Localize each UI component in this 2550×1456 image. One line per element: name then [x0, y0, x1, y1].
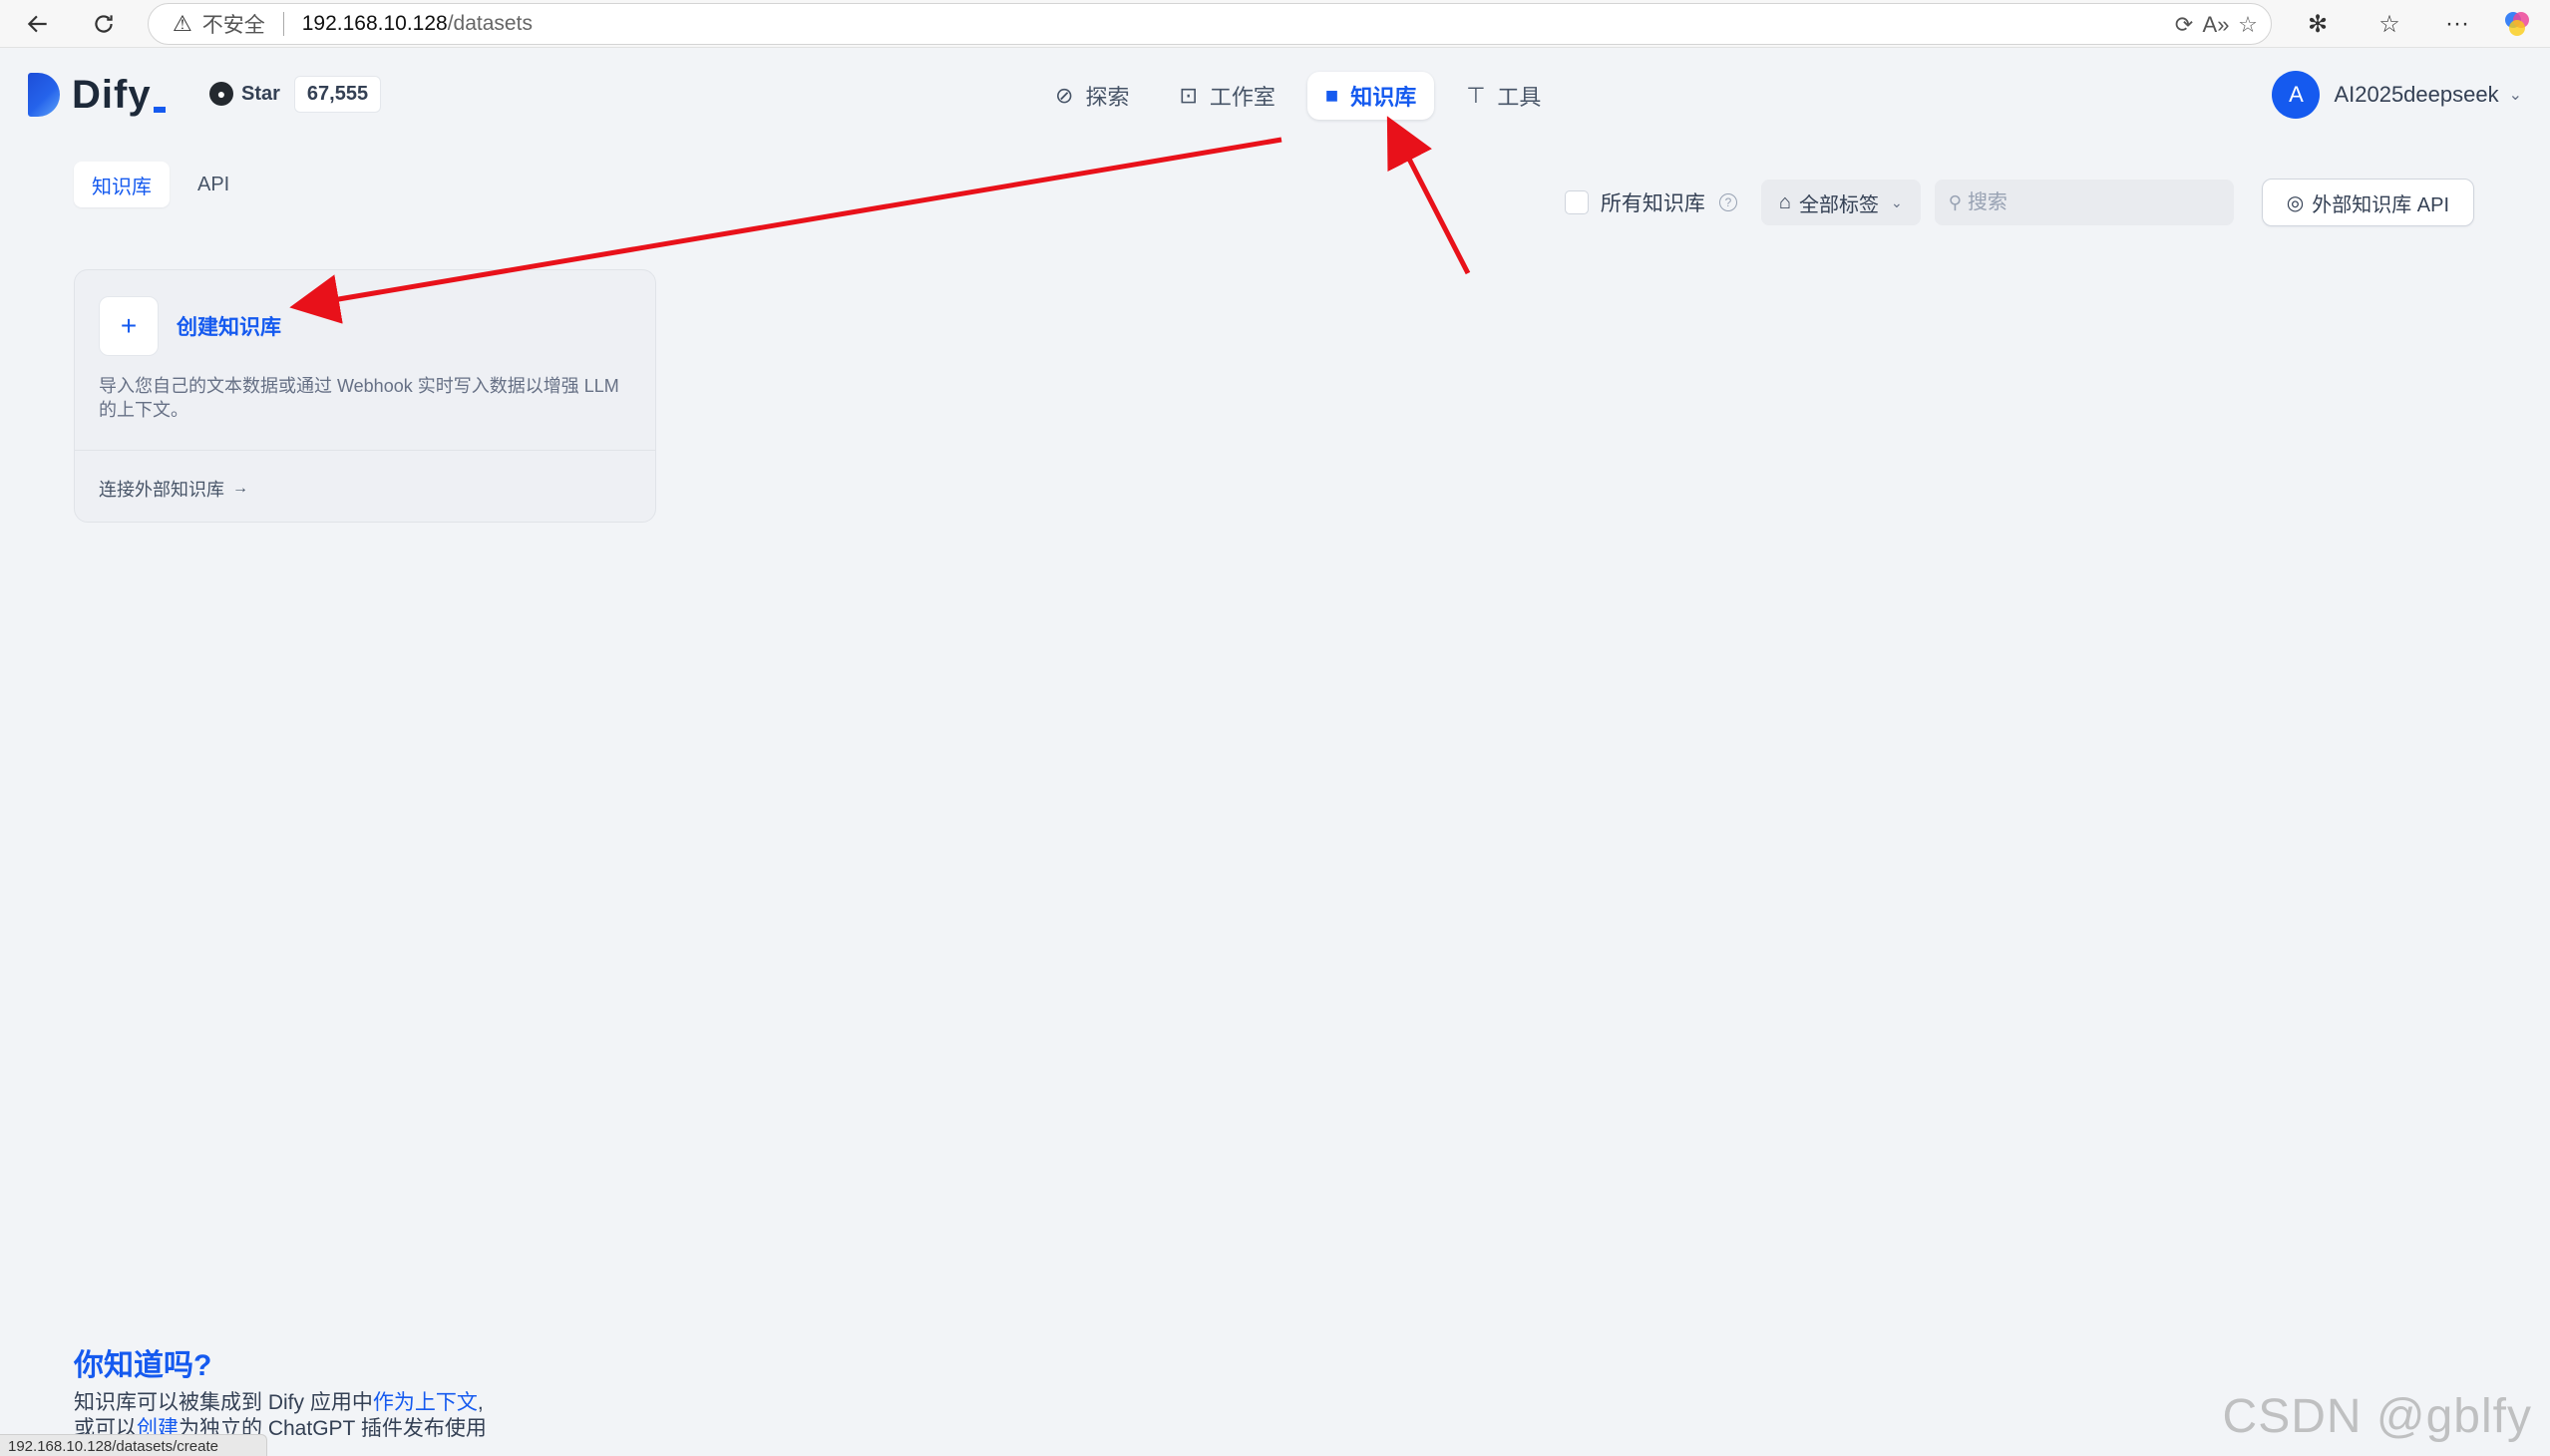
browser-toolbar: ⚠ 不安全 192.168.10.128/datasets ⟳ A» ☆ ✻ ☆…	[0, 0, 2550, 48]
dataset-toolbar: 所有知识库 ? ⌂ 全部标签 ⌄ ⚲ ◎ 外部知识库 API	[1564, 178, 2474, 227]
nav-explore[interactable]: ⊘ 探索	[1037, 72, 1147, 120]
annotation-arrow-to-knowledge-tab	[1386, 116, 1471, 275]
watermark: CSDN @gblfy	[2222, 1390, 2532, 1443]
nav-knowledge[interactable]: ■ 知识库	[1306, 72, 1435, 120]
create-dataset-header[interactable]: + 创建知识库	[99, 296, 281, 356]
url-host: 192.168.10.128	[301, 12, 448, 35]
connect-external-label: 连接外部知识库	[99, 480, 224, 500]
warning-icon: ⚠	[173, 11, 192, 36]
back-arrow-icon[interactable]	[20, 6, 56, 42]
help-icon[interactable]: ?	[1718, 193, 1737, 211]
did-you-know: 你知道吗? 知识库可以被集成到 Dify 应用中作为上下文, 或可以创建为独立的…	[74, 1340, 487, 1442]
browser-status-bar: 192.168.10.128/datasets/create	[0, 1434, 267, 1456]
book-icon: ■	[1324, 83, 1339, 108]
address-divider	[282, 12, 284, 36]
address-bar[interactable]: ⚠ 不安全 192.168.10.128/datasets ⟳ A» ☆	[148, 3, 2272, 45]
user-menu[interactable]: A AI2025deepseek ⌄	[2272, 70, 2522, 120]
chevron-down-icon: ⌄	[2508, 87, 2522, 104]
dify-logo-mark	[28, 73, 60, 117]
dify-logo[interactable]: Dify	[28, 72, 166, 118]
create-dataset-title[interactable]: 创建知识库	[177, 311, 281, 341]
create-dataset-card[interactable]: + 创建知识库 导入您自己的文本数据或通过 Webhook 实时写入数据以增强 …	[74, 269, 656, 523]
github-star-label: Star	[241, 82, 280, 105]
url-path: /datasets	[447, 12, 533, 35]
github-star-button[interactable]: ● Star 67,555	[199, 74, 382, 114]
sub-tabs: 知识库 API	[74, 162, 257, 207]
nav-label: 工具	[1497, 85, 1542, 110]
translate-icon[interactable]: ⟳	[2169, 10, 2199, 40]
all-datasets-label: 所有知识库	[1600, 192, 1705, 215]
nav-label: 工作室	[1209, 85, 1275, 110]
search-box[interactable]: ⚲	[1934, 180, 2234, 225]
tip-context-link[interactable]: 作为上下文	[373, 1391, 478, 1414]
tip-text: 知识库可以被集成到 Dify 应用中	[74, 1391, 373, 1414]
tab-api[interactable]: API	[180, 162, 247, 207]
refresh-icon[interactable]	[86, 6, 122, 42]
extensions-icon[interactable]: ✻	[2300, 6, 2336, 42]
copilot-icon[interactable]	[2499, 6, 2535, 42]
brand-name: Dify	[72, 72, 152, 117]
nav-label: 知识库	[1350, 85, 1417, 110]
main-nav: ⊘ 探索 ⊡ 工作室 ■ 知识库 ⊤ 工具	[1037, 72, 1573, 120]
connect-external-link[interactable]: 连接外部知识库 →	[99, 476, 248, 502]
robot-icon: ⊡	[1179, 83, 1198, 108]
nav-studio[interactable]: ⊡ 工作室	[1161, 72, 1292, 120]
github-star-count: 67,555	[293, 75, 382, 113]
nav-label: 探索	[1085, 85, 1130, 110]
read-aloud-icon[interactable]: A»	[2201, 10, 2231, 40]
all-datasets-checkbox[interactable]	[1564, 190, 1589, 214]
app-header: Dify ● Star 67,555 ⊘ 探索 ⊡ 工作室 ■ 知识库 ⊤ 工具…	[0, 48, 2550, 140]
avatar: A	[2272, 71, 2321, 119]
user-name: AI2025deepseek	[2334, 82, 2499, 107]
tip-title: 你知道吗?	[74, 1349, 212, 1382]
tip-line-1: 知识库可以被集成到 Dify 应用中作为上下文,	[74, 1390, 487, 1416]
star-icon[interactable]: ☆	[2233, 10, 2263, 40]
create-dataset-description: 导入您自己的文本数据或通过 Webhook 实时写入数据以增强 LLM 的上下文…	[99, 376, 619, 420]
github-icon: ●	[209, 82, 233, 106]
arrow-right-icon: →	[232, 480, 248, 497]
compass-icon: ⊘	[1055, 83, 1074, 108]
chevron-down-icon: ⌄	[1891, 193, 1903, 210]
logo-underscore	[153, 107, 166, 113]
more-icon[interactable]: ···	[2439, 6, 2475, 42]
tag-icon: ⌂	[1778, 190, 1792, 213]
search-icon: ⚲	[1948, 191, 1962, 212]
tag-filter-dropdown[interactable]: ⌂ 全部标签 ⌄	[1760, 180, 1921, 225]
tag-filter-label: 全部标签	[1799, 193, 1880, 216]
search-input[interactable]	[1967, 190, 2207, 214]
external-api-label: 外部知识库 API	[2312, 193, 2449, 216]
nav-tools[interactable]: ⊤ 工具	[1448, 72, 1559, 120]
api-connection-icon: ◎	[2286, 191, 2305, 214]
tip-text: ,	[477, 1391, 484, 1414]
security-label: 不安全	[201, 14, 265, 37]
plus-icon: +	[99, 296, 159, 356]
tab-knowledge[interactable]: 知识库	[74, 162, 170, 207]
card-divider	[75, 450, 655, 451]
favorites-icon[interactable]: ☆	[2371, 6, 2407, 42]
external-api-button[interactable]: ◎ 外部知识库 API	[2261, 179, 2474, 226]
all-datasets-toggle[interactable]: 所有知识库 ?	[1564, 187, 1737, 217]
hammer-icon: ⊤	[1466, 83, 1486, 108]
